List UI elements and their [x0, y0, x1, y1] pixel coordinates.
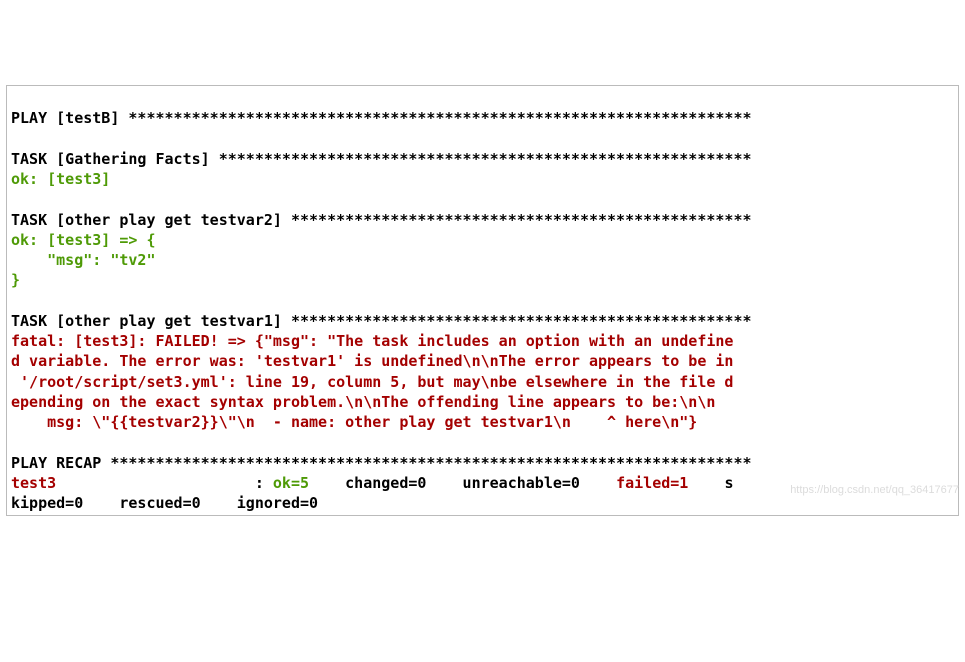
- play-recap-stats-line2: kipped=0 rescued=0 ignored=0: [11, 494, 318, 512]
- recap-host: test3: [11, 474, 56, 492]
- task-testvar1-header: TASK [other play get testvar1] *********…: [11, 312, 752, 330]
- task-testvar2-ok-line1: ok: [test3] => {: [11, 231, 156, 249]
- task-gathering-facts-ok: ok: [test3]: [11, 170, 110, 188]
- recap-ok: ok=5: [273, 474, 336, 492]
- recap-changed-unreachable: changed=0 unreachable=0: [336, 474, 616, 492]
- task-testvar1-fatal-line3: '/root/script/set3.yml': line 19, column…: [11, 373, 733, 391]
- task-testvar2-ok-line2: "msg": "tv2": [11, 251, 156, 269]
- play-header: PLAY [testB] ***************************…: [11, 109, 752, 127]
- play-recap-stats-line1: test3 : ok=5 changed=0 unreachable=0 fai…: [11, 474, 734, 492]
- recap-failed: failed=1: [616, 474, 715, 492]
- task-gathering-facts-header: TASK [Gathering Facts] *****************…: [11, 150, 752, 168]
- recap-colon: :: [56, 474, 273, 492]
- watermark: https://blog.csdn.net/qq_36417677: [790, 483, 959, 498]
- recap-tail: s: [715, 474, 733, 492]
- task-testvar1-fatal-line2: d variable. The error was: 'testvar1' is…: [11, 352, 733, 370]
- terminal-output: PLAY [testB] ***************************…: [6, 85, 959, 516]
- task-testvar2-ok-line3: }: [11, 271, 20, 289]
- task-testvar1-fatal-line1: fatal: [test3]: FAILED! => {"msg": "The …: [11, 332, 733, 350]
- play-recap-header: PLAY RECAP *****************************…: [11, 454, 752, 472]
- task-testvar2-header: TASK [other play get testvar2] *********…: [11, 211, 752, 229]
- task-testvar1-fatal-line4: epending on the exact syntax problem.\n\…: [11, 393, 715, 411]
- task-testvar1-fatal-line5: msg: \"{{testvar2}}\"\n - name: other pl…: [11, 413, 697, 431]
